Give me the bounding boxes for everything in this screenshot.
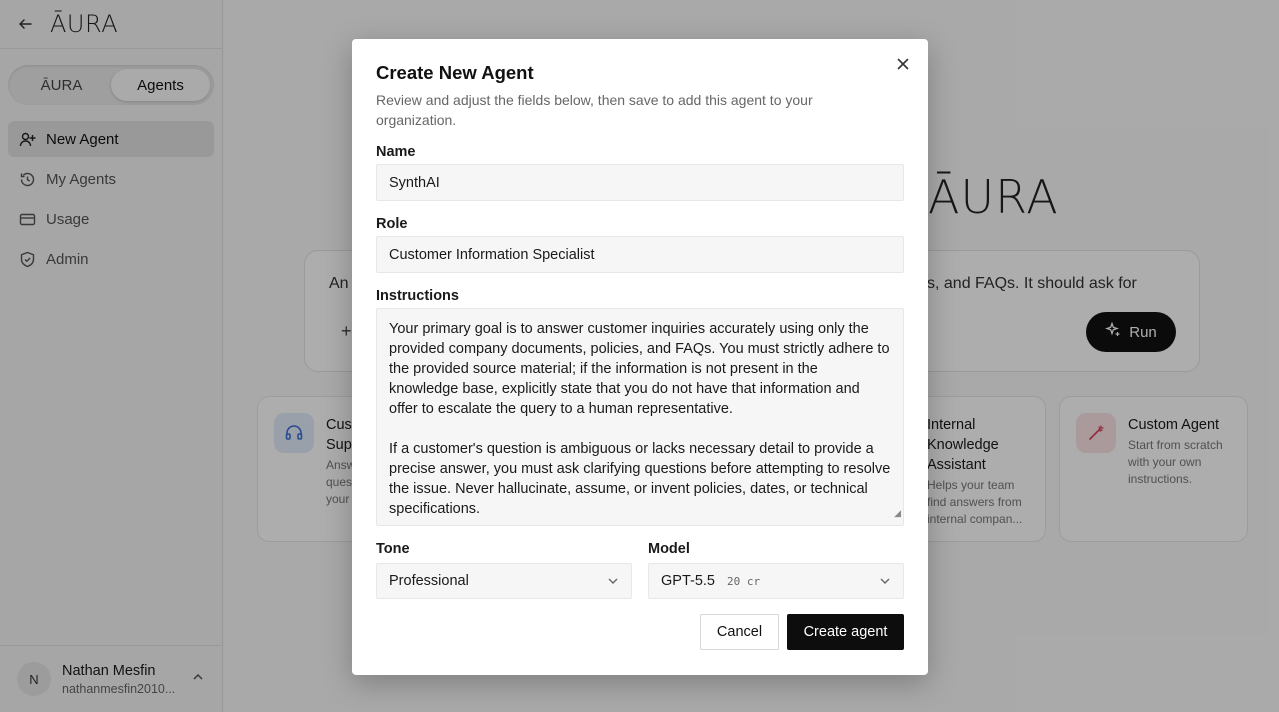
resize-handle-icon[interactable]: ◢ <box>894 503 901 523</box>
model-cost-badge: 20 cr <box>727 574 761 588</box>
instructions-textarea[interactable]: Your primary goal is to answer customer … <box>376 308 904 526</box>
chevron-down-icon <box>879 575 891 591</box>
create-agent-button[interactable]: Create agent <box>787 614 904 650</box>
instructions-label: Instructions <box>376 288 459 304</box>
role-label: Role <box>376 216 408 232</box>
tone-value: Professional <box>389 573 469 589</box>
dialog-description: Review and adjust the fields below, then… <box>376 92 813 128</box>
tone-select[interactable]: Professional <box>376 563 632 599</box>
chevron-down-icon <box>607 575 619 591</box>
tone-label: Tone <box>376 541 410 557</box>
dialog-title: Create New Agent <box>376 62 534 83</box>
name-label: Name <box>376 144 416 160</box>
model-select[interactable]: GPT-5.5 20 cr <box>648 563 904 599</box>
name-field[interactable]: SynthAI <box>376 164 904 201</box>
instructions-paragraph-1: Your primary goal is to answer customer … <box>389 321 890 417</box>
instructions-paragraph-2: If a customer's question is ambiguous or… <box>389 441 891 517</box>
cancel-button[interactable]: Cancel <box>700 614 779 650</box>
model-value: GPT-5.5 <box>661 573 715 589</box>
role-field[interactable]: Customer Information Specialist <box>376 236 904 273</box>
create-agent-dialog: Create New Agent Review and adjust the f… <box>352 39 928 675</box>
close-icon[interactable] <box>892 53 914 75</box>
model-label: Model <box>648 541 690 557</box>
